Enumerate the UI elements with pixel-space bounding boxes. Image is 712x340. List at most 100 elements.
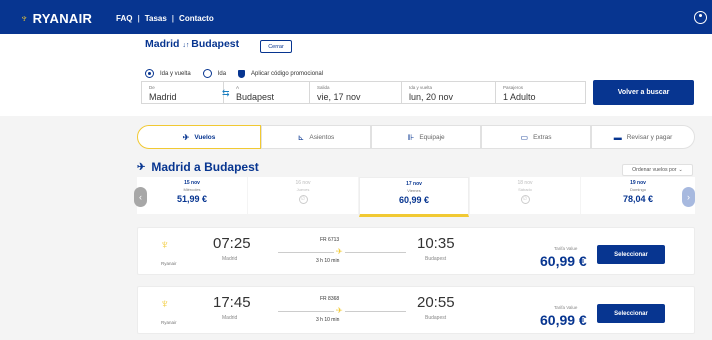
route-destination: Budapest [191,38,240,50]
return-date-label: Ida y vuelta [409,85,433,90]
to-field-label: A [236,85,240,90]
passengers-field[interactable]: Pasajeros 1 Adulto [496,81,586,104]
brand-name: RYANAIR [32,11,93,26]
chevron-down-icon: ⌄ [678,167,683,173]
route-origin: Madrid [145,38,180,50]
date-weekday: Jueves [296,187,310,192]
select-flight-button[interactable]: Seleccionar [597,245,665,264]
fare-type: Tarifa Value [554,246,578,251]
to-field[interactable]: A Budapest [224,81,310,104]
step-extras-label: Extras [533,133,552,141]
roundtrip-label: Ida y vuelta [160,70,191,77]
departure-city: Madrid [222,315,238,321]
plane-icon: ✈ [334,247,345,256]
plane-icon: ✈ [182,132,190,142]
date-day: 16 nov [295,180,311,186]
flight-number: FR 6713 [320,237,340,243]
airline-name: Ryanair [161,261,177,266]
chevron-left-icon: ‹ [139,192,142,202]
roundtrip-radio[interactable] [145,69,154,78]
flight-card[interactable]: ♆ Ryanair 07:25 Madrid FR 6713 ✈ 3 h 10 … [137,227,695,275]
depart-date-value: vie, 17 nov [317,92,361,102]
depart-date-label: Salida [317,85,330,90]
date-option[interactable]: 18 nov Sábado ∅ [470,177,580,214]
flight-card[interactable]: ♆ Ryanair 17:45 Madrid FR 8368 ✈ 3 h 10 … [137,286,695,334]
arrival-city: Budapest [425,256,447,262]
harp-icon: ♆ [20,12,29,25]
departure-city: Madrid [222,256,238,262]
search-again-button[interactable]: Volver a buscar [593,80,694,105]
route-title: Madrid ↓↑ Budapest [145,38,239,50]
date-weekday: Sábado [518,187,532,192]
no-flights-icon: ∅ [520,195,530,204]
results-heading-text: Madrid a Budapest [151,160,259,174]
oneway-label: Ida [217,70,227,77]
step-extras[interactable]: ▭ Extras [481,125,591,149]
step-flights-label: Vuelos [194,133,216,141]
promo-code-link[interactable]: Aplicar código promocional [251,71,323,77]
date-weekday: Viernes [407,188,421,193]
nav-separator: | [137,14,140,23]
step-baggage[interactable]: ⊪ Equipaje [371,125,481,149]
passengers-value: 1 Adulto [503,92,536,102]
nav-contacto[interactable]: Contacto [179,14,214,23]
date-weekday: Domingo [629,187,646,192]
departing-plane-icon: ✈ [137,161,146,173]
step-baggage-label: Equipaje [419,133,445,141]
top-navigation-bar [0,0,712,34]
seat-icon: ⊾ [297,132,305,142]
next-dates-button[interactable]: › [682,187,695,207]
departure-time: 17:45 [213,294,251,311]
card-icon: ▬ [613,132,622,142]
sort-dropdown[interactable]: Ordenar vuelos por ⌄ [622,164,693,176]
date-day: 19 nov [630,180,646,186]
no-flights-icon: ∅ [298,195,308,204]
date-option[interactable]: 19 nov Domingo 78,04 € [581,177,695,214]
select-flight-button[interactable]: Seleccionar [597,304,665,323]
step-review-pay[interactable]: ▬ Revisar y pagar [591,125,695,149]
date-price: 78,04 € [622,194,654,204]
return-date-field[interactable]: Ida y vuelta lun, 20 nov [402,81,496,104]
plane-icon: ✈ [334,306,345,315]
step-review-pay-label: Revisar y pagar [626,133,673,141]
nav-faq[interactable]: FAQ [116,14,132,23]
promo-shield-icon [238,69,246,78]
date-price: 51,99 € [176,194,208,204]
to-field-value: Budapest [236,92,275,102]
depart-date-field[interactable]: Salida vie, 17 nov [310,81,402,104]
arrival-city: Budapest [425,315,447,321]
flight-price: 60,99 € [540,253,587,269]
nav-separator: | [171,14,175,23]
booking-steps: ✈ Vuelos ⊾ Asientos ⊪ Equipaje ▭ Extras … [137,125,695,149]
passengers-label: Pasajeros [503,85,524,90]
trip-options: Ida y vuelta Ida Aplicar código promocio… [145,69,323,78]
date-weekday: Miércoles [183,187,201,192]
airline-logo-icon: ♆ [160,237,170,252]
flight-duration: 3 h 10 min [316,317,340,323]
return-date-value: lun, 20 nov [409,92,454,102]
close-button[interactable]: Cerrar [260,40,292,53]
departure-time: 07:25 [213,235,251,252]
date-carousel: 15 nov Miércoles 51,99 € 16 nov Jueves ∅… [137,177,695,217]
step-flights[interactable]: ✈ Vuelos [137,125,261,149]
date-option-selected[interactable]: 17 nov Viernes 60,99 € [359,177,469,217]
arrival-time: 20:55 [417,294,455,311]
from-field[interactable]: De Madrid [141,81,224,104]
step-seats-label: Asientos [309,133,335,141]
oneway-radio[interactable] [202,69,212,78]
prev-dates-button[interactable]: ‹ [134,187,147,207]
from-field-value: Madrid [149,92,177,102]
date-day: 15 nov [184,180,200,186]
results-heading: ✈ Madrid a Budapest [137,160,259,174]
nav-tasas[interactable]: Tasas [145,14,167,23]
step-seats[interactable]: ⊾ Asientos [261,125,371,149]
user-account-icon[interactable] [694,11,707,24]
ryanair-logo[interactable]: ♆ RYANAIR [20,11,92,26]
date-option[interactable]: 16 nov Jueves ∅ [248,177,358,214]
sort-label: Ordenar vuelos por [632,167,677,173]
airline-name: Ryanair [161,320,177,325]
fare-type: Tarifa Value [554,305,578,310]
arrival-time: 10:35 [417,235,455,252]
flight-duration: 3 h 10 min [316,258,340,264]
date-option[interactable]: 15 nov Miércoles 51,99 € [137,177,247,214]
